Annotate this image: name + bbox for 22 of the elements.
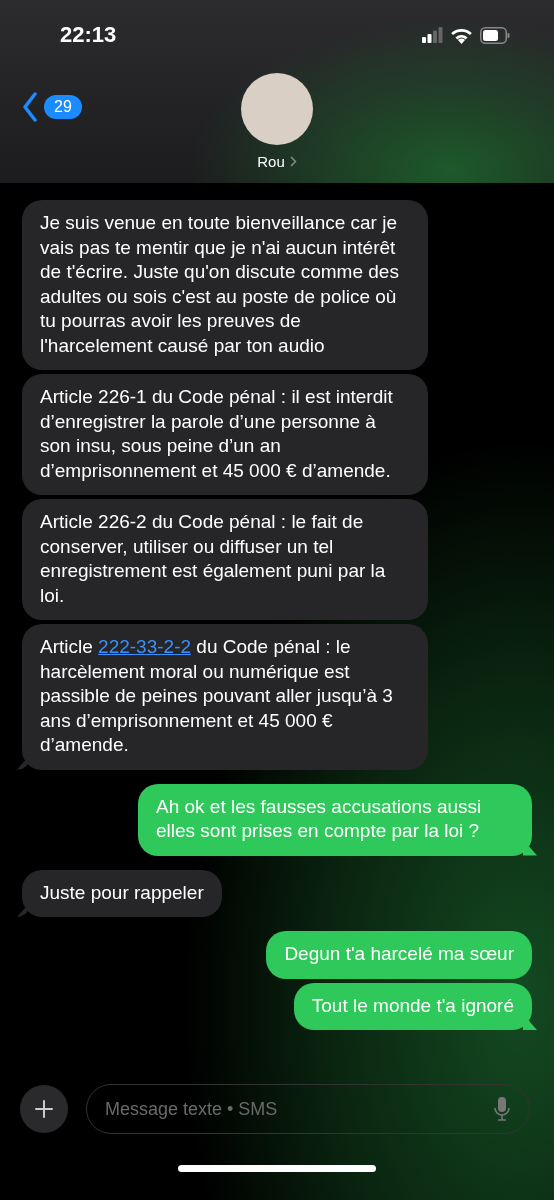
contact-name-button[interactable]: Rou bbox=[257, 153, 297, 170]
message-input-field[interactable]: Message texte • SMS bbox=[86, 1084, 530, 1134]
add-button[interactable] bbox=[20, 1085, 68, 1133]
unread-count-badge: 29 bbox=[44, 95, 82, 119]
message-text: Ah ok et les fausses accusations aussi elles sont prises en compte par la loi ? bbox=[156, 794, 483, 843]
message-text: Tout le monde t'a ignoré bbox=[311, 993, 514, 1018]
message-text: Degun t'a harcelé ma sœur bbox=[284, 942, 514, 966]
wifi-icon bbox=[450, 26, 473, 44]
signal-icon bbox=[422, 27, 443, 43]
plus-icon bbox=[35, 1100, 53, 1118]
microphone-icon bbox=[494, 1097, 510, 1121]
message-text: Article 226-1 du Code pénal : il est interdit d’enregistrer la parole d’une personne à son insu, sous peine d’un an d’emprisonnement et 45 000 € d’amende. bbox=[40, 385, 394, 483]
battery-icon bbox=[480, 26, 510, 44]
message-text: Je suis venue en toute bienveillance car je vais pas te mentir que je n'ai aucun intérêt de t'écrire. Juste qu'on discute comme des adultes ou sois c'est au poste de police où tu pourras avoir les preuves de l'harcelement causé par ton audio bbox=[40, 211, 400, 358]
message-text: Article 226-2 du Code pénal : le fait de conserver, utiliser ou diffuser un tel enregistrement est également puni par la loi. bbox=[40, 510, 387, 608]
chevron-right-icon bbox=[289, 156, 297, 167]
back-button[interactable]: 29 bbox=[22, 92, 82, 122]
message-text: Juste pour rappeler bbox=[40, 880, 204, 905]
law-article-link[interactable]: 222-33-2-2 bbox=[98, 636, 192, 657]
chevron-left-icon bbox=[22, 92, 38, 122]
status-time: 22:13 bbox=[60, 22, 117, 48]
message-text: Article 222-33-2-2 du Code pénal : le harcèlement moral ou numérique est passible de peines pouvant aller jusqu’à 3 ans d’emprisonnement et 45 000 € d’amende. bbox=[40, 635, 394, 757]
